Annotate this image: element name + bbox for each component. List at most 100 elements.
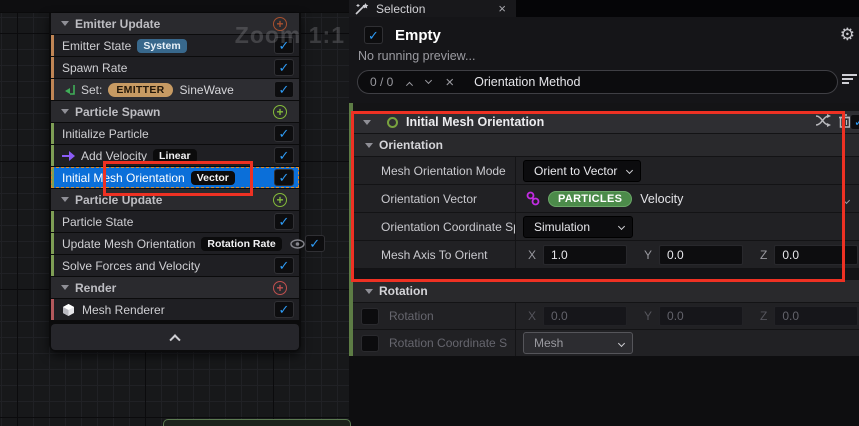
mesh-axis-y-input[interactable] [659, 245, 743, 265]
override-checkbox[interactable] [361, 308, 379, 325]
category-orientation[interactable]: Orientation [353, 134, 859, 157]
chevron-down-icon [626, 167, 633, 174]
collapse-triangle-icon[interactable] [365, 289, 373, 294]
rotation-y-input[interactable] [659, 306, 743, 326]
module-label: Mesh Renderer [82, 303, 165, 317]
property-label: Orientation Coordinate Sp [353, 213, 515, 240]
module-accent-strip [51, 299, 54, 320]
module-enabled-checkbox[interactable]: ✓ [274, 213, 294, 230]
version-shuffle-icon[interactable] [815, 114, 831, 128]
module-details-header[interactable]: Initial Mesh Orientation ✓ [353, 111, 859, 134]
search-query-text[interactable]: Orientation Method [474, 75, 580, 89]
search-clear-button[interactable]: × [445, 75, 454, 90]
override-checkbox[interactable] [361, 335, 379, 352]
group-header-particle-update[interactable]: Particle Update + [51, 189, 299, 210]
module-row-mesh-renderer[interactable]: Mesh Renderer ✓ [51, 299, 299, 320]
search-bar[interactable]: 0 / 0 × Orientation Method [357, 70, 838, 94]
visibility-eye-icon[interactable] [290, 239, 305, 249]
tab-selection[interactable]: Selection × [349, 0, 516, 17]
category-label: Orientation [379, 138, 443, 152]
module-label: Spawn Rate [62, 61, 127, 75]
panel-tab-bar: Selection × [349, 0, 859, 17]
parameter-name: SineWave [180, 83, 234, 97]
property-row-mesh-orientation-mode: Mesh Orientation Mode Orient to Vector [353, 157, 859, 185]
orientation-coordinate-space-dropdown[interactable]: Simulation [523, 216, 633, 238]
collapse-triangle-icon[interactable] [61, 21, 69, 26]
module-enabled-checkbox[interactable]: ✓ [305, 235, 325, 252]
collapse-triangle-icon[interactable] [61, 197, 69, 202]
module-enabled-checkbox[interactable]: ✓ [274, 81, 294, 98]
filter-icon[interactable] [842, 74, 857, 88]
axis-z-label: Z [760, 248, 767, 262]
value-options-chevron-icon[interactable] [844, 190, 849, 208]
module-enabled-checkbox[interactable]: ✓ [274, 257, 294, 274]
module-row-initial-mesh-orientation[interactable]: Initial Mesh Orientation Vector ✓ [51, 167, 299, 188]
collapse-triangle-icon[interactable] [363, 120, 371, 125]
chevron-up-icon [169, 334, 180, 345]
group-header-render[interactable]: Render + [51, 277, 299, 298]
close-tab-icon[interactable]: × [498, 2, 506, 15]
module-accent-strip [51, 211, 54, 232]
rotation-z-input[interactable] [774, 306, 858, 326]
property-row-rotation-coordinate-space: Rotation Coordinate S Mesh [353, 330, 859, 357]
node-fragment-below[interactable] [163, 419, 351, 426]
gear-icon[interactable]: ⚙ [840, 25, 855, 45]
module-row-set-emitter-sinewave[interactable]: Set: EMITTER SineWave ✓ [51, 79, 299, 100]
module-enabled-checkbox[interactable]: ✓ [274, 301, 294, 318]
group-label: Render [75, 281, 116, 295]
add-module-icon[interactable]: + [273, 193, 287, 207]
details-empty-area [349, 356, 859, 426]
module-row-initialize-particle[interactable]: Initialize Particle ✓ [51, 123, 299, 144]
module-badge: Linear [153, 149, 197, 163]
add-module-icon[interactable]: + [273, 105, 287, 119]
emitter-enabled-checkbox[interactable]: ✓ [364, 26, 383, 44]
chevron-down-icon [618, 339, 625, 346]
search-next-button[interactable] [426, 81, 431, 83]
module-row-spawn-rate[interactable]: Spawn Rate ✓ [51, 57, 299, 78]
add-renderer-icon[interactable]: + [273, 281, 287, 295]
module-accent-strip [51, 35, 54, 56]
module-status-ring-icon [387, 117, 398, 128]
emitter-summary-row: ✓ Empty [364, 26, 441, 44]
category-rotation[interactable]: Rotation [353, 280, 859, 303]
module-enabled-checkbox[interactable]: ✓ [274, 59, 294, 76]
collapse-triangle-icon[interactable] [61, 109, 69, 114]
axis-y-label: Y [644, 309, 652, 323]
emitter-name: Empty [395, 27, 441, 44]
search-prev-button[interactable] [407, 80, 412, 85]
category-label: Rotation [379, 284, 428, 298]
group-label: Particle Spawn [75, 105, 160, 119]
emitter-stack-node[interactable]: Emitter Update + Emitter State System ✓ … [49, 13, 301, 352]
collapse-triangle-icon[interactable] [365, 143, 373, 148]
preview-status-text: No running preview... [358, 49, 475, 63]
module-badge: Vector [191, 171, 235, 185]
module-row-add-velocity[interactable]: Add Velocity Linear ✓ [51, 145, 299, 166]
mesh-axis-z-input[interactable] [774, 245, 858, 265]
linked-parameter-name[interactable]: Velocity [640, 192, 683, 206]
collapse-triangle-icon[interactable] [61, 285, 69, 290]
search-result-count: 0 / 0 [370, 75, 393, 89]
mesh-orientation-mode-dropdown[interactable]: Orient to Vector [523, 160, 641, 182]
module-row-update-mesh-orientation[interactable]: Update Mesh Orientation Rotation Rate ✓ [51, 233, 299, 254]
module-label: Initial Mesh Orientation [62, 171, 185, 185]
module-enabled-checkbox[interactable]: ✓ [850, 114, 859, 130]
module-title: Initial Mesh Orientation [406, 115, 544, 129]
module-row-solve-forces-velocity[interactable]: Solve Forces and Velocity ✓ [51, 255, 299, 276]
property-row-mesh-axis-to-orient: Mesh Axis To Orient X Y Z [353, 241, 859, 269]
rotation-x-input[interactable] [543, 306, 627, 326]
collapse-stack-button[interactable] [51, 324, 299, 350]
group-header-particle-spawn[interactable]: Particle Spawn + [51, 101, 299, 122]
panel-header: ✓ Empty ⚙ No running preview... 0 / 0 × … [349, 17, 859, 103]
velocity-arrow-icon [61, 150, 75, 162]
module-enabled-checkbox[interactable]: ✓ [274, 169, 294, 186]
module-row-particle-state[interactable]: Particle State ✓ [51, 211, 299, 232]
mesh-axis-x-input[interactable] [543, 245, 627, 265]
dropdown-value: Orient to Vector [534, 164, 617, 178]
details-spacer [353, 269, 859, 280]
module-enabled-checkbox[interactable]: ✓ [274, 125, 294, 142]
module-enabled-checkbox[interactable]: ✓ [274, 147, 294, 164]
property-row-rotation: Rotation X Y Z [353, 303, 859, 330]
zoom-level-overlay: Zoom 1:1 [235, 22, 345, 49]
rotation-coordinate-space-dropdown[interactable]: Mesh [523, 332, 633, 354]
module-accent-strip [51, 233, 54, 254]
